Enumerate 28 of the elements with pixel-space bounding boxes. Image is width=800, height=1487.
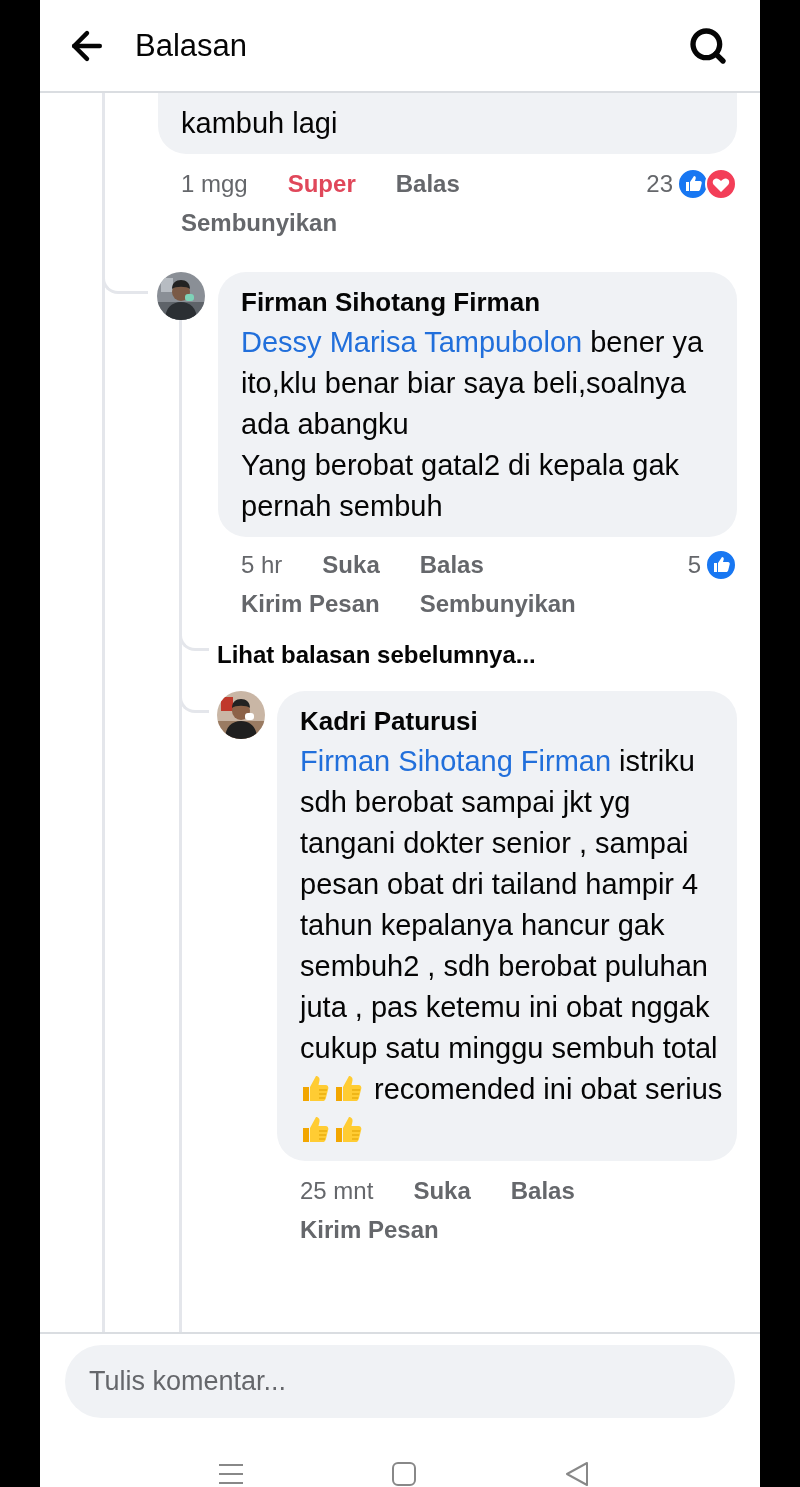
page-title: Balasan xyxy=(135,27,249,64)
comment-action[interactable]: Balas xyxy=(510,1171,575,1210)
comment-action[interactable]: Sembunyikan xyxy=(419,584,576,623)
search-button[interactable] xyxy=(688,25,728,66)
reaction-count: 5 xyxy=(687,550,701,579)
author-name[interactable]: Firman Sihotang Firman xyxy=(241,286,723,318)
reaction-count: 23 xyxy=(646,169,673,198)
mention-link[interactable]: Dessy Marisa Tampubolon xyxy=(241,326,583,358)
comment-action[interactable]: Kirim Pesan xyxy=(241,584,380,623)
comment-time: 5 hr xyxy=(241,550,283,580)
comment-action[interactable]: Kirim Pesan xyxy=(300,1210,439,1249)
comment-text: Dessy Marisa Tampubolon bener ya ito,klu benar biar saya beli,soalnya ada abangku Yang berobat gatal2 di kepala gak pernah sembuh xyxy=(241,325,705,524)
comment-action[interactable]: Balas xyxy=(419,545,484,584)
mention-link[interactable]: Firman Sihotang Firman xyxy=(300,745,612,777)
comment-time: 1 mgg xyxy=(181,169,248,199)
comment-text: kambuh lagi xyxy=(181,106,339,141)
comment-action[interactable]: Super xyxy=(287,164,356,203)
comment-action[interactable]: Balas xyxy=(395,164,460,203)
menu-icon[interactable] xyxy=(216,1461,246,1487)
previous-replies-link[interactable]: Lihat balasan sebelumnya... xyxy=(217,635,536,675)
home-icon[interactable] xyxy=(389,1461,419,1487)
comment-action[interactable]: Suka xyxy=(322,545,380,584)
comment-input[interactable]: Tulis komentar... xyxy=(65,1345,735,1418)
comment-text: Firman Sihotang Firman istriku sdh berobat sampai jkt yg tangani dokter senior , sampai pesan obat dri tailand hampir 4 tahun kepalanya hancur gak sembuh2 , sdh berobat puluhan juta , pas ketemu ini obat nggak cukup satu minggu sembuh total recomended ini obat serius xyxy=(300,741,723,1151)
comment-action[interactable]: Suka xyxy=(413,1171,471,1210)
author-name[interactable]: Kadri Paturusi xyxy=(300,705,723,737)
comment-action[interactable]: Sembunyikan xyxy=(181,203,338,242)
comment-time: 25 mnt xyxy=(300,1176,374,1206)
